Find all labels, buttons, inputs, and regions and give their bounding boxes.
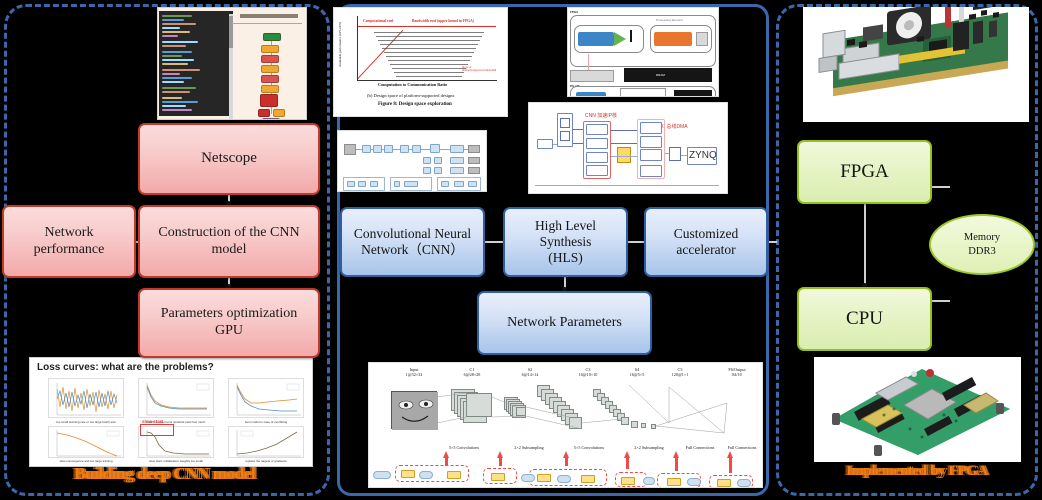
ellipse-memory-label: Memory DDR3 bbox=[963, 232, 1001, 257]
fpga-development-board-photo-bottom bbox=[814, 357, 1021, 462]
box-network-performance[interactable]: Network performance bbox=[2, 205, 136, 278]
box-cnn-label: Convolutional Neural Network（CNN） bbox=[353, 226, 472, 257]
box-network-performance-label: Network performance bbox=[33, 224, 105, 257]
graph-node[interactable] bbox=[258, 109, 270, 117]
loss-plot-slow-converge bbox=[56, 430, 121, 457]
subplot-caption: slow start: initialization weights too s… bbox=[149, 459, 203, 463]
box-fpga-label: FPGA bbox=[840, 160, 889, 182]
box-network-parameters[interactable]: Network Parameters bbox=[477, 291, 652, 355]
design-space-exploration-chart: Attainable performance (GFLOPS) Computat… bbox=[333, 7, 508, 117]
ellipse-memory-ddr3[interactable]: Memory DDR3 bbox=[929, 214, 1035, 275]
caption-building-deep-cnn-model: Building deep CNN model bbox=[74, 464, 256, 483]
graph-node[interactable] bbox=[273, 109, 285, 117]
hls-dataflow-diagram bbox=[337, 130, 487, 192]
graph-node[interactable] bbox=[261, 65, 279, 73]
diagram-canvas: Attainable performance (GFLOPS) Computat… bbox=[0, 0, 1042, 500]
box-high-level-synthesis[interactable]: High Level Synthesis (HLS) bbox=[503, 207, 628, 277]
box-netscope[interactable]: Netscope bbox=[138, 123, 320, 195]
connector-middle-to-right bbox=[769, 241, 777, 243]
divider bbox=[232, 23, 302, 24]
graph-node[interactable] bbox=[261, 85, 279, 93]
lenet-cnn-architecture-diagram: Input 1@32×32 C1 6@28×28 S2 6@14×14 C3 16@10… bbox=[368, 362, 763, 488]
connector-cpu-to-memory bbox=[932, 300, 950, 302]
graph-node[interactable] bbox=[261, 75, 279, 83]
loss-plot-rising bbox=[236, 430, 301, 457]
box-accelerator-label: Customized accelerator bbox=[673, 226, 739, 257]
box-customized-accelerator[interactable]: Customized accelerator bbox=[644, 207, 768, 277]
connector-fpga-to-cpu bbox=[864, 204, 866, 287]
box-convolutional-neural-network[interactable]: Convolutional Neural Network（CNN） bbox=[340, 207, 485, 277]
fpga-block-diagram: FPGA Processing Element DRAM PS / PL bbox=[567, 7, 719, 97]
netscope-title-bar bbox=[240, 14, 298, 18]
box-hls-label: High Level Synthesis (HLS) bbox=[534, 218, 597, 265]
loss-curves-title: Loss curves: what are the problems? bbox=[37, 362, 214, 373]
connector-hls-accel bbox=[628, 241, 644, 243]
box-fpga[interactable]: FPGA bbox=[797, 140, 932, 204]
op-label: Full Connections bbox=[727, 445, 757, 450]
loss-plot-converge bbox=[146, 383, 211, 416]
slow-start-label: slow start bbox=[142, 419, 164, 424]
graph-node[interactable] bbox=[261, 45, 279, 53]
fpga-development-board-photo-top bbox=[803, 7, 1029, 122]
slow-start-annotation-box bbox=[140, 424, 174, 436]
box-parameters-optimization-gpu[interactable]: Parameters optimization GPU bbox=[138, 288, 320, 358]
box-cpu[interactable]: CPU bbox=[797, 287, 932, 351]
netscope-layer-editor-screenshot bbox=[157, 7, 307, 120]
code-scrollbar[interactable] bbox=[229, 14, 233, 119]
op-label: 5×5 Convolutions bbox=[448, 445, 480, 450]
graph-node[interactable] bbox=[263, 33, 281, 41]
box-cpu-label: CPU bbox=[846, 307, 883, 329]
graph-node[interactable] bbox=[262, 118, 280, 119]
graph-node[interactable] bbox=[260, 94, 278, 107]
loss-plot-noisy bbox=[56, 383, 121, 416]
loss-curves-figure: Loss curves: what are the problems? too … bbox=[29, 357, 313, 467]
box-netscope-label: Netscope bbox=[201, 150, 257, 167]
zynq-accelerator-diagram: CNN 加速IP核 AXI 总线DMA ZYNQ bbox=[528, 102, 728, 194]
box-construction-of-cnn-model[interactable]: Construction of the CNN model bbox=[138, 205, 320, 278]
box-construction-label: Construction of the CNN model bbox=[158, 224, 300, 257]
subplot-caption: slow convergence and too large training bbox=[59, 459, 113, 463]
graph-node[interactable] bbox=[261, 55, 279, 63]
connector-cnn-hls bbox=[485, 241, 503, 243]
code-editor-pane bbox=[159, 11, 233, 119]
box-parameters-label: Parameters optimization GPU bbox=[160, 306, 298, 338]
subplot-caption: too small learning rate or too large bat… bbox=[56, 420, 116, 424]
caption-implemented-by-fpga: Implemented by FPGA bbox=[846, 463, 988, 479]
subplot-caption: replace the targets of gradients bbox=[245, 459, 287, 463]
box-network-parameters-label: Network Parameters bbox=[507, 314, 622, 330]
subplot-caption: best model in case of overfitting bbox=[244, 420, 288, 424]
connector-fpga-to-memory bbox=[932, 186, 950, 188]
loss-plot-overfit bbox=[236, 383, 301, 416]
